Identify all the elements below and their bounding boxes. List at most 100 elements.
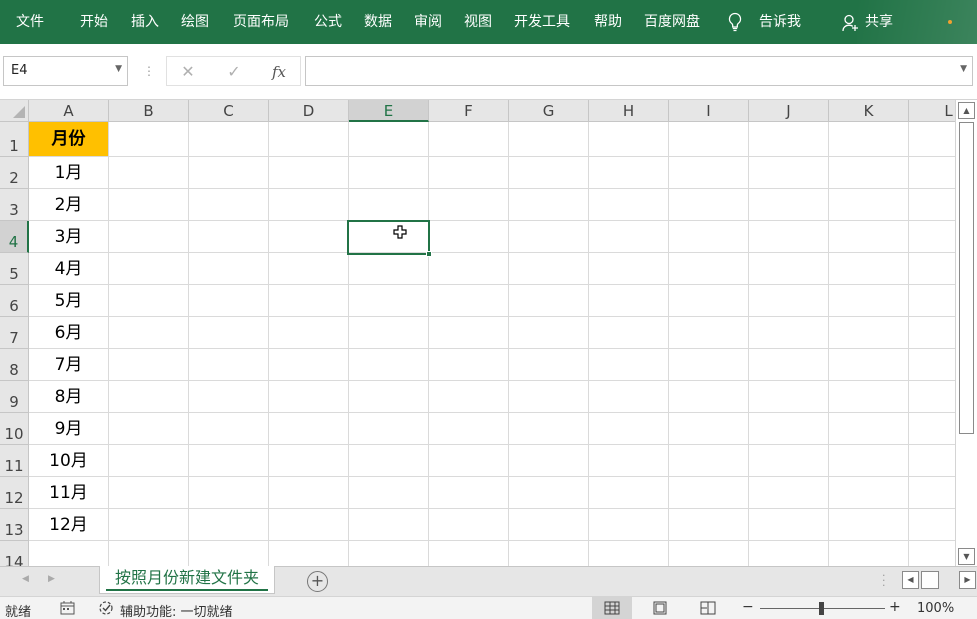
cell-c5[interactable] <box>189 253 269 285</box>
cell-g8[interactable] <box>509 349 589 381</box>
cell-b12[interactable] <box>109 477 189 509</box>
cell-a4[interactable]: 3月 <box>29 221 109 253</box>
horizontal-scrollbar[interactable]: ◀ ▶ <box>902 571 977 591</box>
column-header-g[interactable]: G <box>509 100 589 122</box>
scroll-left-icon[interactable]: ◀ <box>902 571 919 589</box>
row-header-10[interactable]: 10 <box>0 413 29 445</box>
tab-data[interactable]: 数据 <box>364 0 392 44</box>
active-cell-selection[interactable] <box>347 220 432 257</box>
cell-g14[interactable] <box>509 541 589 566</box>
enter-icon[interactable]: ✓ <box>217 57 251 87</box>
cell-e12[interactable] <box>349 477 429 509</box>
cell-d1[interactable] <box>269 122 349 157</box>
cell-d4[interactable] <box>269 221 349 253</box>
cell-f1[interactable] <box>429 122 509 157</box>
cell-f2[interactable] <box>429 157 509 189</box>
cell-i9[interactable] <box>669 381 749 413</box>
cell-f6[interactable] <box>429 285 509 317</box>
cell-a6[interactable]: 5月 <box>29 285 109 317</box>
row-header-11[interactable]: 11 <box>0 445 29 477</box>
cell-h3[interactable] <box>589 189 669 221</box>
cell-l9[interactable] <box>909 381 955 413</box>
normal-view-button[interactable] <box>592 597 632 619</box>
tab-developer[interactable]: 开发工具 <box>514 0 570 44</box>
cell-c1[interactable] <box>189 122 269 157</box>
cell-d10[interactable] <box>269 413 349 445</box>
cell-i11[interactable] <box>669 445 749 477</box>
cell-j2[interactable] <box>749 157 829 189</box>
cell-g12[interactable] <box>509 477 589 509</box>
cell-j5[interactable] <box>749 253 829 285</box>
cell-c10[interactable] <box>189 413 269 445</box>
vertical-scroll-thumb[interactable] <box>959 122 974 434</box>
scroll-up-icon[interactable]: ▲ <box>958 102 975 119</box>
cell-d9[interactable] <box>269 381 349 413</box>
cell-e8[interactable] <box>349 349 429 381</box>
row-header-3[interactable]: 3 <box>0 189 29 221</box>
cell-k9[interactable] <box>829 381 909 413</box>
cell-k13[interactable] <box>829 509 909 541</box>
cell-a2[interactable]: 1月 <box>29 157 109 189</box>
row-header-9[interactable]: 9 <box>0 381 29 413</box>
cell-d3[interactable] <box>269 189 349 221</box>
share-button[interactable]: 共享 <box>865 0 893 44</box>
cell-k14[interactable] <box>829 541 909 566</box>
cell-h9[interactable] <box>589 381 669 413</box>
cell-h1[interactable] <box>589 122 669 157</box>
cell-g6[interactable] <box>509 285 589 317</box>
cell-g9[interactable] <box>509 381 589 413</box>
cell-k6[interactable] <box>829 285 909 317</box>
cell-b2[interactable] <box>109 157 189 189</box>
cell-i4[interactable] <box>669 221 749 253</box>
cell-d7[interactable] <box>269 317 349 349</box>
cell-a11[interactable]: 10月 <box>29 445 109 477</box>
cell-c6[interactable] <box>189 285 269 317</box>
column-header-d[interactable]: D <box>269 100 349 122</box>
expand-formula-bar-icon[interactable]: ▼ <box>960 64 967 74</box>
cell-i14[interactable] <box>669 541 749 566</box>
cell-c2[interactable] <box>189 157 269 189</box>
cell-d14[interactable] <box>269 541 349 566</box>
cell-e14[interactable] <box>349 541 429 566</box>
cell-k3[interactable] <box>829 189 909 221</box>
tab-review[interactable]: 审阅 <box>414 0 442 44</box>
cell-g13[interactable] <box>509 509 589 541</box>
cell-f14[interactable] <box>429 541 509 566</box>
name-box[interactable]: E4 ▼ <box>3 56 128 86</box>
cell-j4[interactable] <box>749 221 829 253</box>
cell-j13[interactable] <box>749 509 829 541</box>
cancel-icon[interactable]: ✕ <box>171 57 205 87</box>
cell-c12[interactable] <box>189 477 269 509</box>
row-header-8[interactable]: 8 <box>0 349 29 381</box>
page-break-view-button[interactable] <box>688 597 728 619</box>
row-header-6[interactable]: 6 <box>0 285 29 317</box>
cell-g4[interactable] <box>509 221 589 253</box>
cell-c14[interactable] <box>189 541 269 566</box>
row-header-5[interactable]: 5 <box>0 253 29 285</box>
cell-i13[interactable] <box>669 509 749 541</box>
cell-a7[interactable]: 6月 <box>29 317 109 349</box>
cell-b3[interactable] <box>109 189 189 221</box>
tab-formulas[interactable]: 公式 <box>314 0 342 44</box>
tab-insert[interactable]: 插入 <box>131 0 159 44</box>
row-header-1[interactable]: 1 <box>0 122 29 157</box>
cell-f9[interactable] <box>429 381 509 413</box>
cell-j10[interactable] <box>749 413 829 445</box>
tab-home[interactable]: 开始 <box>80 0 108 44</box>
cell-i8[interactable] <box>669 349 749 381</box>
tab-draw[interactable]: 绘图 <box>181 0 209 44</box>
formula-input[interactable]: ▼ <box>305 56 973 86</box>
column-header-e[interactable]: E <box>349 100 429 122</box>
drag-handle-icon[interactable]: ⋮ <box>143 64 155 78</box>
cell-g1[interactable] <box>509 122 589 157</box>
cell-k5[interactable] <box>829 253 909 285</box>
cell-l13[interactable] <box>909 509 955 541</box>
cell-j3[interactable] <box>749 189 829 221</box>
cell-k8[interactable] <box>829 349 909 381</box>
cell-g11[interactable] <box>509 445 589 477</box>
tab-page-layout[interactable]: 页面布局 <box>233 0 289 44</box>
cell-e11[interactable] <box>349 445 429 477</box>
worksheet-grid[interactable]: ABCDEFGHIJKL 1 2 3 4 5 6 7 8 9 10 11 12 13 14 月份 1月 2月 3… <box>0 100 955 566</box>
cell-e10[interactable] <box>349 413 429 445</box>
cell-l12[interactable] <box>909 477 955 509</box>
